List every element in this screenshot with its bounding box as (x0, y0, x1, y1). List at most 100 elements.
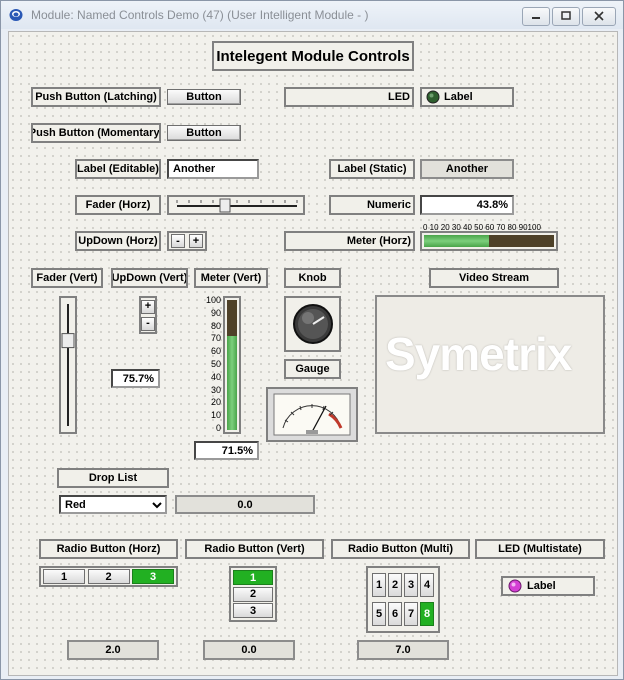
gauge-dial (273, 393, 351, 436)
fader-horz[interactable] (167, 195, 305, 215)
numeric-field[interactable]: 43.8% (420, 195, 514, 215)
led-multi-label: LED (Multistate) (475, 539, 605, 559)
droplist[interactable]: Red (59, 495, 167, 514)
gauge (266, 387, 358, 442)
led-indicator (426, 90, 440, 104)
meter-vert-tick-label: 30 (210, 384, 221, 395)
module-canvas: Intelegent Module Controls Push Button (… (8, 31, 618, 676)
label-editable-field[interactable]: Another (167, 159, 259, 179)
led-multi-widget: Label (501, 576, 595, 596)
meter-vert-tick-label: 60 (210, 346, 221, 357)
radio-multi-label: Radio Button (Multi) (331, 539, 470, 559)
updown-horz: - + (167, 231, 207, 251)
led-multi-indicator (508, 579, 522, 593)
video-watermark: Symetrix (385, 328, 572, 380)
meter-horz-label: Meter (Horz) (284, 231, 415, 251)
updown-vert-minus-button[interactable]: - (141, 316, 155, 331)
page-title: Intelegent Module Controls (212, 41, 414, 71)
knob-dial (292, 304, 333, 344)
push-momentary-button[interactable]: Button (167, 125, 241, 141)
radio-multi-option[interactable]: 1 (372, 573, 386, 598)
numeric-label: Numeric (329, 195, 415, 215)
meter-vert-tick-label: 90 (210, 307, 221, 318)
meter-vert-tick-label: 40 (210, 371, 221, 382)
led-multi-text: Label (527, 580, 556, 592)
radio-vert-option[interactable]: 2 (233, 586, 273, 602)
fader-horz-thumb[interactable] (219, 198, 231, 213)
meter-vert-tick-label: 70 (210, 333, 221, 344)
meter-horz (420, 231, 558, 251)
fader-vert-label: Fader (Vert) (31, 268, 103, 288)
chevron-down-icon[interactable] (151, 500, 163, 510)
radio-vert-option-selected[interactable]: 1 (233, 570, 273, 585)
meter-vert-fill (227, 336, 237, 430)
radio-vert-option[interactable]: 3 (233, 603, 273, 618)
meter-vert-value[interactable]: 71.5% (194, 441, 259, 460)
radio-horz-option-selected[interactable]: 3 (132, 569, 174, 584)
led-widget: Label (420, 87, 514, 107)
video-stream-label: Video Stream (429, 268, 559, 288)
radio-multi-option[interactable]: 2 (388, 573, 402, 598)
radio-vert-group: 1 2 3 (229, 566, 277, 622)
title-bar[interactable]: Module: Named Controls Demo (47) (User I… (1, 1, 623, 29)
meter-vert-tick-label: 100 (205, 295, 221, 305)
module-window: Module: Named Controls Demo (47) (User I… (0, 0, 624, 680)
fader-vert-thumb[interactable] (61, 333, 75, 349)
droplist-value: Red (65, 498, 86, 511)
meter-vert-tick-label: 0 (215, 423, 221, 433)
minimize-button[interactable] (522, 7, 550, 26)
push-latching-button[interactable]: Button (167, 89, 241, 105)
label-static-value: Another (420, 159, 514, 179)
app-icon (9, 9, 23, 21)
knob[interactable] (284, 296, 341, 352)
meter-vert-tick-label: 20 (210, 397, 221, 408)
led-label: LED (284, 87, 414, 107)
meter-horz-fill (424, 235, 489, 247)
minimize-icon (532, 17, 540, 19)
updown-horz-plus-button[interactable]: + (189, 234, 203, 248)
window-title: Module: Named Controls Demo (47) (User I… (31, 8, 369, 22)
knob-label: Knob (284, 268, 341, 288)
fader-horz-label: Fader (Horz) (75, 195, 161, 215)
push-momentary-label: Push Button (Momentary) (31, 123, 161, 143)
radio-vert-value: 0.0 (203, 640, 295, 660)
radio-horz-option[interactable]: 1 (43, 569, 85, 584)
meter-vert-tick-label: 80 (210, 320, 221, 331)
radio-horz-value: 2.0 (67, 640, 159, 660)
fader-vert[interactable] (59, 296, 77, 434)
led-text: Label (444, 91, 473, 103)
radio-multi-option[interactable]: 5 (372, 601, 386, 626)
radio-horz-group: 1 2 3 (39, 566, 178, 587)
push-latching-label: Push Button (Latching) (31, 87, 161, 107)
restore-icon (561, 11, 571, 20)
label-editable-label: Label (Editable) (75, 159, 161, 179)
updown-vert-plus-button[interactable]: + (141, 299, 155, 314)
label-static-label: Label (Static) (329, 159, 415, 179)
meter-vert-label: Meter (Vert) (194, 268, 268, 288)
radio-multi-option[interactable]: 6 (388, 601, 402, 626)
radio-multi-option[interactable]: 3 (404, 573, 418, 598)
radio-horz-option[interactable]: 2 (87, 569, 130, 584)
meter-vert (223, 296, 241, 434)
fader-vert-track (61, 304, 75, 426)
updown-vert-label: UpDown (Vert) (111, 268, 188, 288)
radio-horz-label: Radio Button (Horz) (39, 539, 178, 559)
meter-vert-scale: 100 90 80 70 60 50 40 30 20 10 0 (203, 295, 223, 435)
video-stream: Symetrix (375, 295, 605, 434)
updown-horz-minus-button[interactable]: - (171, 234, 185, 248)
radio-multi-option[interactable]: 4 (420, 573, 434, 598)
radio-multi-option-selected[interactable]: 8 (420, 601, 434, 626)
restore-button[interactable] (552, 7, 580, 26)
updown-vert: + - (139, 296, 157, 334)
meter-vert-tick-label: 50 (210, 359, 221, 369)
radio-multi-group: 1 2 3 4 5 6 7 8 (366, 566, 440, 633)
meter-vert-tick-label: 10 (210, 410, 221, 421)
close-button[interactable] (582, 7, 616, 26)
droplist-label: Drop List (57, 468, 169, 488)
close-icon (594, 11, 604, 21)
fader-horz-track (176, 198, 298, 213)
radio-multi-option[interactable]: 7 (404, 601, 418, 626)
radio-multi-value: 7.0 (357, 640, 449, 660)
updown-vert-value[interactable]: 75.7% (111, 369, 160, 388)
radio-vert-label: Radio Button (Vert) (185, 539, 324, 559)
